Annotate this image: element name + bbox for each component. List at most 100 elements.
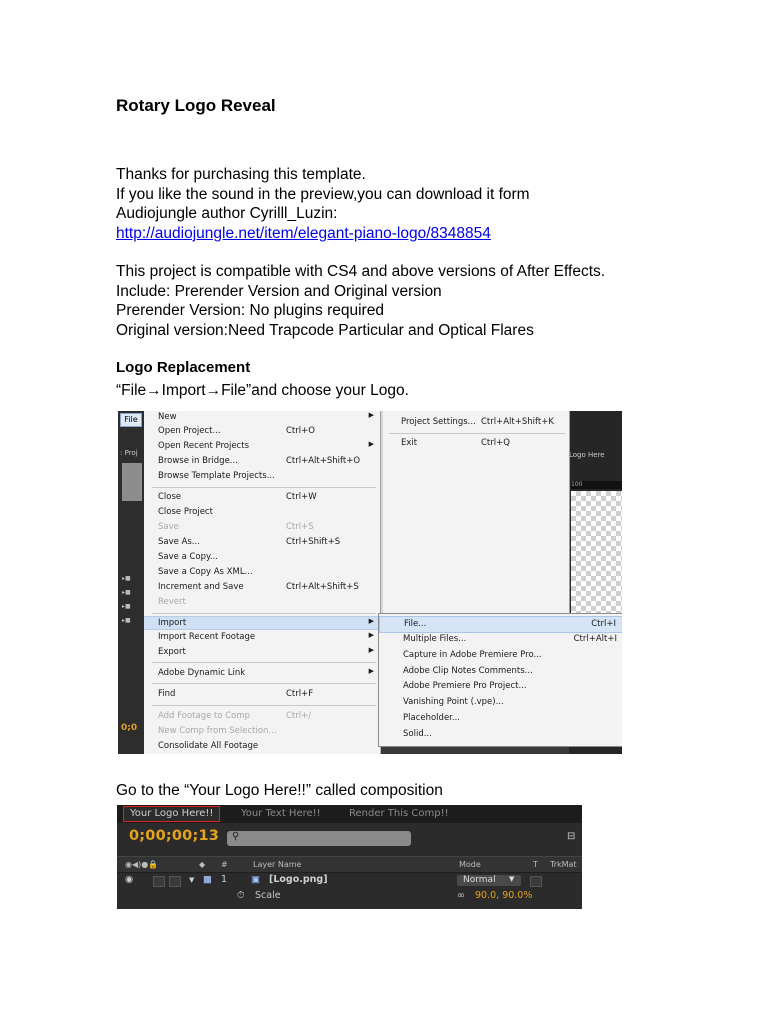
menu-item-adobe-dynamic-link[interactable]: Adobe Dynamic Link ▶ [144,667,380,681]
label-color-icon: ■ [203,874,212,885]
menu-separator [152,487,376,488]
constrain-proportions-icon[interactable]: ∞ [457,890,465,901]
search-icon: ⚲ [232,831,240,842]
submenu-arrow-icon: ▶ [368,411,374,419]
audiojungle-link[interactable]: http://audiojungle.net/item/elegant-pian… [116,224,530,244]
file-menu-screenshot: File : Proj ▸■ ▸■ ▸■ ▸■ 0;0 Logo Here 10… [118,411,622,754]
submenu-arrow-icon: ▶ [368,646,374,654]
ruler: 100 [571,481,622,489]
menu-item-import[interactable]: Import ▶ [144,616,380,630]
preserve-transparency-switch[interactable] [530,876,542,887]
compat-line: Original version:Need Trapcode Particula… [116,321,534,339]
menu-item-new[interactable]: New ▶ [144,411,380,425]
menu-item-premiere-project[interactable]: Adobe Premiere Pro Project... [379,679,622,694]
column-number: # [221,860,228,869]
menu-item-solid[interactable]: Solid... [379,727,622,742]
eye-icon[interactable]: ◉ [125,874,133,885]
footage-icon: ▣ [251,874,260,885]
submenu-arrow-icon: ▶ [368,631,374,639]
composition-instruction: Go to the “Your Logo Here!!” called comp… [116,782,443,799]
menu-item-clip-notes[interactable]: Adobe Clip Notes Comments... [379,664,622,679]
file-menu-extra-column: Project Settings... Ctrl+Alt+Shift+K Exit… [380,411,570,614]
column-layer-name: Layer Name [253,860,302,869]
layer-name[interactable]: [Logo.png] [269,874,328,885]
folder-icon: ▸■ [122,617,131,624]
composition-tab[interactable]: Logo Here [569,451,622,463]
menu-item-browse-template-projects[interactable]: Browse Template Projects... [144,470,380,484]
av-switches-icon: ◉◀)●🔒 [125,860,159,869]
column-trkmat: TrkMat [550,860,577,869]
submenu-arrow-icon: ▶ [368,667,374,675]
layer-search-input[interactable]: ⚲ [227,831,411,846]
menu-item-save-copy-xml[interactable]: Save a Copy As XML... [144,566,380,580]
submenu-arrow-icon: ▶ [368,440,374,448]
document-title: Rotary Logo Reveal [116,96,276,115]
scale-property-row: ⏱ Scale ∞ 90.0, 90.0% [117,889,582,904]
menu-item-new-comp-from-selection: New Comp from Selection... [158,726,277,736]
stopwatch-icon[interactable]: ⏱ [237,890,244,901]
menu-item-placeholder[interactable]: Placeholder... [379,711,622,726]
timeline-screenshot: Your Logo Here!! Your Text Here!! Render… [117,805,582,909]
submenu-arrow-icon: ▶ [368,617,374,625]
audio-switch[interactable] [153,876,165,887]
compat-line: Prerender Version: No plugins required [116,302,384,319]
menu-separator [389,433,565,434]
layer-row[interactable]: ◉ ▼ ■ 1 ▣ [Logo.png] Normal ▼ [117,873,582,888]
menu-item-close[interactable]: Close Ctrl+W [144,491,380,505]
chevron-down-icon: ▼ [509,875,515,883]
menu-item-exit[interactable]: Exit Ctrl+Q [381,437,569,451]
menu-item-save: Save Ctrl+S [158,522,314,532]
compat-line: Include: Prerender Version and Original … [116,282,442,300]
tab-render-this-comp[interactable]: Render This Comp!! [343,806,455,822]
menu-item-vanishing-point[interactable]: Vanishing Point (.vpe)... [379,695,622,710]
menu-item-consolidate-all-footage[interactable]: Consolidate All Footage [144,740,380,754]
scale-value[interactable]: 90.0, 90.0% [475,890,532,901]
menu-item-import-file[interactable]: File... Ctrl+I [379,616,622,633]
lock-switch[interactable] [169,876,181,887]
compatibility-paragraph: This project is compatible with CS4 and … [116,262,605,340]
intro-paragraph: Thanks for purchasing this template. If … [116,165,530,243]
import-instruction: “File→Import→File”and choose your Logo. [116,382,409,399]
menu-separator [152,613,376,614]
intro-line: If you like the sound in the preview,you… [116,185,530,203]
blend-mode-value: Normal [463,875,496,885]
column-t: T [533,860,538,869]
menu-item-save-a-copy[interactable]: Save a Copy... [144,551,380,565]
layer-number: 1 [221,874,228,885]
tab-your-text-here[interactable]: Your Text Here!! [235,806,327,822]
intro-line: Thanks for purchasing this template. [116,166,366,183]
menu-item-save-as[interactable]: Save As... Ctrl+Shift+S [144,536,380,550]
menu-item-import-recent-footage[interactable]: Import Recent Footage ▶ [144,631,380,645]
menu-item-capture-premiere[interactable]: Capture in Adobe Premiere Pro... [379,648,622,663]
intro-line: Audiojungle author Cyrilll_Luzin: [116,205,338,222]
expand-arrow-icon[interactable]: ▼ [189,876,194,884]
import-submenu: File... Ctrl+I Multiple Files... Ctrl+Alt+… [378,613,622,747]
menu-item-open-recent-projects[interactable]: Open Recent Projects ▶ [144,440,380,454]
menu-item-close-project[interactable]: Close Project [144,506,380,520]
compat-line: This project is compatible with CS4 and … [116,263,606,280]
menu-item-export[interactable]: Export ▶ [144,646,380,660]
menu-item-find[interactable]: Find Ctrl+F [144,688,380,702]
menu-item-revert: Revert [158,597,186,607]
file-menu-tab[interactable]: File [120,413,142,427]
section-heading: Logo Replacement [116,359,251,376]
project-panel-tab[interactable]: : Proj [120,449,138,457]
folder-icon: ▸■ [122,603,131,610]
column-mode: Mode [459,860,481,869]
composition-tabs: Your Logo Here!! Your Text Here!! Render… [117,805,582,823]
menu-item-open-project[interactable]: Open Project... Ctrl+O [144,425,380,439]
menu-separator [152,662,376,663]
timecode-display[interactable]: 0;00;00;13 [129,828,219,844]
blend-mode-dropdown[interactable]: Normal ▼ [457,875,521,886]
menu-item-multiple-files[interactable]: Multiple Files... Ctrl+Alt+I [379,632,622,647]
property-name: Scale [255,890,281,901]
label-icon: ◆ [199,860,206,869]
menu-item-add-footage-to-comp: Add Footage to Comp Ctrl+/ [158,711,312,721]
menu-separator [152,705,376,706]
tab-your-logo-here[interactable]: Your Logo Here!! [123,806,221,822]
menu-item-increment-and-save[interactable]: Increment and Save Ctrl+Alt+Shift+S [144,581,380,595]
menu-item-browse-in-bridge[interactable]: Browse in Bridge... Ctrl+Alt+Shift+O [144,455,380,469]
composition-flowchart-icon[interactable]: ⊟ [567,831,575,842]
menu-item-project-settings[interactable]: Project Settings... Ctrl+Alt+Shift+K [381,416,569,430]
timeline-column-header: ◉◀)●🔒 ◆ # Layer Name Mode T TrkMat [117,856,582,873]
